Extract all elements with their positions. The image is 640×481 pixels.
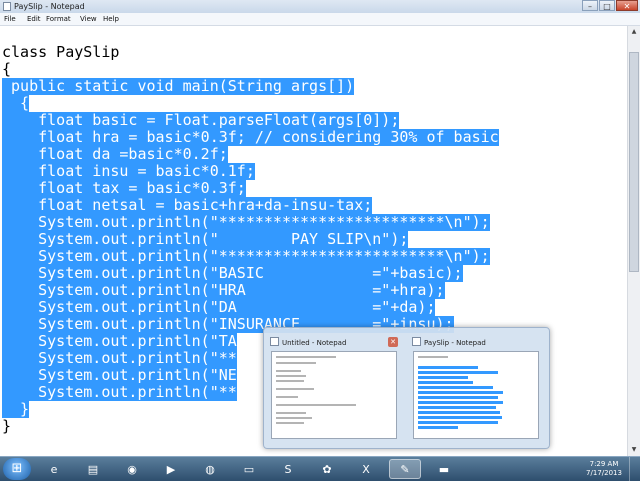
excel-icon[interactable]: X [350,459,382,479]
scrollbar-thumb[interactable] [629,52,639,272]
preview-title: PaySlip - Notepad [424,339,486,347]
notepad-small-icon [412,337,421,346]
preview-untitled-notepad[interactable]: Untitled - Notepad ✕ [268,336,400,440]
code-line: float insu = basic*0.1f; [2,162,255,180]
system-tray: 7:29 AM 7/17/2013 [570,457,640,481]
menu-help[interactable]: Help [103,15,119,23]
notepad-icon[interactable]: ✎ [389,459,421,479]
window-controls: – □ ✕ [582,0,638,12]
code-line: class PaySlip [2,43,120,61]
title-bar[interactable]: PaySlip - Notepad – □ ✕ [0,0,640,13]
menu-view[interactable]: View [80,15,97,23]
minimize-button[interactable]: – [582,0,598,11]
notepad-small-icon [270,337,279,346]
window-title: PaySlip - Notepad [14,2,85,11]
code-line: float tax = basic*0.3f; [2,179,246,197]
clock[interactable]: 7:29 AM 7/17/2013 [584,460,624,478]
preview-caption: Untitled - Notepad [270,337,398,349]
internet-explorer-icon[interactable]: e [38,459,70,479]
code-line: System.out.println("NE [2,366,237,384]
code-line: System.out.println(" PAY SLIP\n"); [2,230,409,248]
preview-content [271,351,397,439]
code-line: { [2,94,30,112]
clock-time: 7:29 AM [589,460,619,468]
clock-date: 7/17/2013 [586,469,622,477]
code-line: System.out.println("********************… [2,247,490,265]
code-line: System.out.println("BASIC ="+basic); [2,264,463,282]
show-desktop-button[interactable] [629,457,640,481]
code-line: float da =basic*0.2f; [2,145,228,163]
code-line: System.out.println("** [2,383,237,401]
maximize-button[interactable]: □ [599,0,615,11]
preview-close-button[interactable]: ✕ [388,337,398,347]
folder-icon[interactable]: ▤ [77,459,109,479]
menu-file[interactable]: File [4,15,16,23]
command-prompt-icon[interactable]: ▬ [428,459,460,479]
preview-caption: PaySlip - Notepad [412,337,540,349]
start-button[interactable]: ⊞ [3,458,31,480]
code-line: float basic = Float.parseFloat(args[0]); [2,111,400,129]
scroll-down-icon[interactable]: ▼ [629,445,639,455]
preview-content [413,351,539,439]
close-button[interactable]: ✕ [616,0,638,11]
code-line: } [2,417,12,435]
code-line: float hra = basic*0.3f; // considering 3… [2,128,499,146]
taskbar-preview-popup: Untitled - Notepad ✕ PaySlip - Notepad [263,327,550,449]
code-line: System.out.println("HRA ="+hra); [2,281,445,299]
menu-format[interactable]: Format [46,15,71,23]
code-line: float netsal = basic+hra+da-insu-tax; [2,196,373,214]
code-line: System.out.println("********************… [2,213,490,231]
firefox-icon[interactable]: ◍ [194,459,226,479]
chrome-icon[interactable]: ◉ [116,459,148,479]
menu-bar: File Edit Format View Help [0,13,640,26]
menu-edit[interactable]: Edit [27,15,41,23]
sticky-notes-icon[interactable]: ▭ [233,459,265,479]
vertical-scrollbar[interactable]: ▲ ▼ [627,26,640,456]
code-line: } [2,400,30,418]
scroll-up-icon[interactable]: ▲ [629,27,639,37]
code-line: { [2,60,12,78]
preview-payslip-notepad[interactable]: PaySlip - Notepad [410,336,542,440]
code-line: public static void main(String args[]) [2,77,355,95]
code-line: System.out.println("** [2,349,237,367]
gear-icon[interactable]: ✿ [311,459,343,479]
media-player-icon[interactable]: ▶ [155,459,187,479]
notepad-app-icon [3,2,11,11]
code-line: System.out.println("TA [2,332,237,350]
code-line: System.out.println("DA ="+da); [2,298,436,316]
skype-icon[interactable]: S [272,459,304,479]
preview-title: Untitled - Notepad [282,339,347,347]
taskbar: ⊞ e ▤ ◉ ▶ ◍ ▭ S ✿ X ✎ ▬ 7:29 AM 7/17/201… [0,456,640,481]
